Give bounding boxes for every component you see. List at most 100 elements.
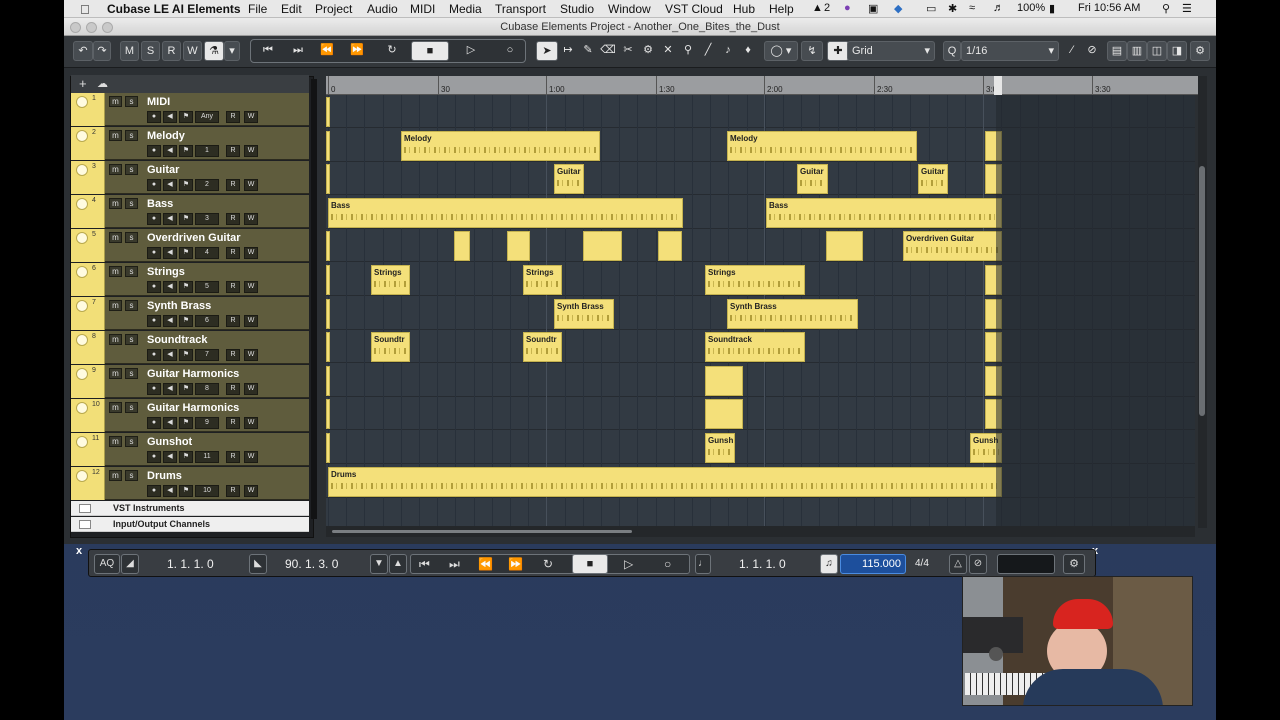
midi-part[interactable]: [507, 231, 530, 261]
track-channel[interactable]: 8: [195, 383, 219, 395]
redo-button[interactable]: ↷: [93, 41, 111, 61]
midi-part[interactable]: [705, 366, 743, 396]
track-name[interactable]: Synth Brass: [147, 300, 211, 312]
menu-project[interactable]: Project: [315, 2, 352, 16]
track-mute-button[interactable]: m: [109, 436, 122, 447]
track-row[interactable]: 11 m s Gunshot ● ◀ ⚑ 11 R W: [71, 433, 309, 466]
track-row[interactable]: 6 m s Strings ● ◀ ⚑ 5 R W: [71, 263, 309, 296]
menu-studio[interactable]: Studio: [560, 2, 594, 16]
track-solo-button[interactable]: s: [125, 130, 138, 141]
track-name[interactable]: Gunshot: [147, 436, 192, 448]
track-solo-button[interactable]: s: [125, 436, 138, 447]
menu-transport[interactable]: Transport: [495, 2, 546, 16]
track-row[interactable]: 3 m s Guitar ● ◀ ⚑ 2 R W: [71, 161, 309, 194]
punch-out-icon[interactable]: ▲: [389, 554, 407, 574]
track-mute-button[interactable]: m: [109, 368, 122, 379]
track-write-button[interactable]: W: [244, 451, 258, 463]
midi-part[interactable]: [326, 231, 330, 261]
menu-clock[interactable]: Fri 10:56 AM: [1078, 2, 1140, 14]
punch-in-icon[interactable]: ▼: [370, 554, 388, 574]
midi-part[interactable]: [454, 231, 470, 261]
midi-part[interactable]: [583, 231, 622, 261]
track-write-button[interactable]: W: [244, 383, 258, 395]
mute-all-button[interactable]: M: [120, 41, 139, 61]
midi-part[interactable]: [326, 433, 330, 463]
volume-icon[interactable]: ♬: [993, 2, 1004, 14]
quantize-icon[interactable]: Q: [943, 41, 961, 61]
record-enable-icon[interactable]: ●: [147, 213, 161, 225]
monitor-icon[interactable]: ◀: [163, 417, 177, 429]
record-enable-icon[interactable]: ●: [147, 451, 161, 463]
track-mute-button[interactable]: m: [109, 198, 122, 209]
track-read-button[interactable]: R: [226, 213, 240, 225]
tool-modifier-dropdown[interactable]: ◯ ▾: [764, 41, 798, 61]
track-solo-button[interactable]: s: [125, 198, 138, 209]
track-solo-button[interactable]: s: [125, 368, 138, 379]
menu-hub[interactable]: Hub: [733, 2, 755, 16]
track-color-strip[interactable]: 12: [71, 467, 105, 500]
midi-part[interactable]: [326, 164, 330, 194]
play-button[interactable]: ▷: [457, 41, 485, 61]
record-enable-icon[interactable]: ●: [147, 485, 161, 497]
record-enable-icon[interactable]: ●: [147, 349, 161, 361]
precount-icon[interactable]: ⊘: [969, 554, 987, 574]
track-name[interactable]: Overdriven Guitar: [147, 232, 241, 244]
track-row[interactable]: 12 m s Drums ● ◀ ⚑ 10 R W: [71, 467, 309, 500]
edit-instrument-icon[interactable]: ⚑: [179, 111, 193, 123]
track-write-button[interactable]: W: [244, 145, 258, 157]
midi-part[interactable]: [326, 97, 330, 127]
play-tool[interactable]: ♪: [719, 41, 737, 61]
track-write-button[interactable]: W: [244, 485, 258, 497]
horizontal-scrollbar[interactable]: [326, 526, 1195, 537]
track-color-strip[interactable]: 4: [71, 195, 105, 228]
menu-file[interactable]: File: [248, 2, 267, 16]
midi-part[interactable]: Melody: [401, 131, 600, 161]
edit-instrument-icon[interactable]: ⚑: [179, 451, 193, 463]
midi-part[interactable]: Synth Brass: [727, 299, 858, 329]
vertical-scroll-thumb[interactable]: [1199, 166, 1205, 416]
track-color-strip[interactable]: 3: [71, 161, 105, 194]
track-read-button[interactable]: R: [226, 485, 240, 497]
track-write-button[interactable]: W: [244, 315, 258, 327]
menu-window[interactable]: Window: [608, 2, 651, 16]
go-to-start-icon[interactable]: ⏮: [419, 555, 430, 573]
edit-instrument-icon[interactable]: ⚑: [179, 485, 193, 497]
time-signature[interactable]: 4/4: [915, 555, 929, 573]
menu-midi[interactable]: MIDI: [410, 2, 435, 16]
show-right-zone-icon[interactable]: ◫: [1147, 41, 1167, 61]
track-read-button[interactable]: R: [226, 281, 240, 293]
track-write-button[interactable]: W: [244, 281, 258, 293]
tempo-track-icon[interactable]: ♫: [820, 554, 838, 574]
tempo-field[interactable]: 115.000: [840, 554, 906, 574]
adobe-icon[interactable]: ▲: [812, 2, 823, 14]
track-color-strip[interactable]: 6: [71, 263, 105, 296]
track-color-strip[interactable]: 7: [71, 297, 105, 330]
track-name[interactable]: Drums: [147, 470, 182, 482]
track-channel[interactable]: 10: [195, 485, 219, 497]
right-locator-icon[interactable]: ◣: [249, 554, 267, 574]
track-solo-button[interactable]: s: [125, 402, 138, 413]
snap-toggle-icon[interactable]: ✚: [827, 41, 849, 61]
fast-forward-icon[interactable]: ⏩: [345, 41, 369, 61]
add-track-icon[interactable]: +: [79, 76, 87, 91]
display-icon[interactable]: ▣: [868, 2, 878, 15]
track-color-strip[interactable]: 2: [71, 127, 105, 160]
track-channel[interactable]: 3: [195, 213, 219, 225]
track-row[interactable]: 8 m s Soundtrack ● ◀ ⚑ 7 R W: [71, 331, 309, 364]
track-solo-button[interactable]: s: [125, 266, 138, 277]
track-write-button[interactable]: W: [244, 179, 258, 191]
midi-part[interactable]: Soundtr: [371, 332, 410, 362]
edit-instrument-icon[interactable]: ⚑: [179, 179, 193, 191]
color-tool[interactable]: ♦: [739, 41, 757, 61]
track-channel[interactable]: 1: [195, 145, 219, 157]
midi-part[interactable]: Gunsh: [705, 433, 735, 463]
record-enable-icon[interactable]: ●: [147, 383, 161, 395]
show-left-zone-icon[interactable]: ◨: [1167, 41, 1187, 61]
record-enable-icon[interactable]: ●: [147, 417, 161, 429]
go-to-start-icon[interactable]: ⏮: [256, 41, 280, 61]
menu-edit[interactable]: Edit: [281, 2, 302, 16]
left-locator-icon[interactable]: ◢: [121, 554, 139, 574]
track-read-button[interactable]: R: [226, 247, 240, 259]
track-mute-button[interactable]: m: [109, 300, 122, 311]
track-channel[interactable]: Any: [195, 111, 219, 123]
